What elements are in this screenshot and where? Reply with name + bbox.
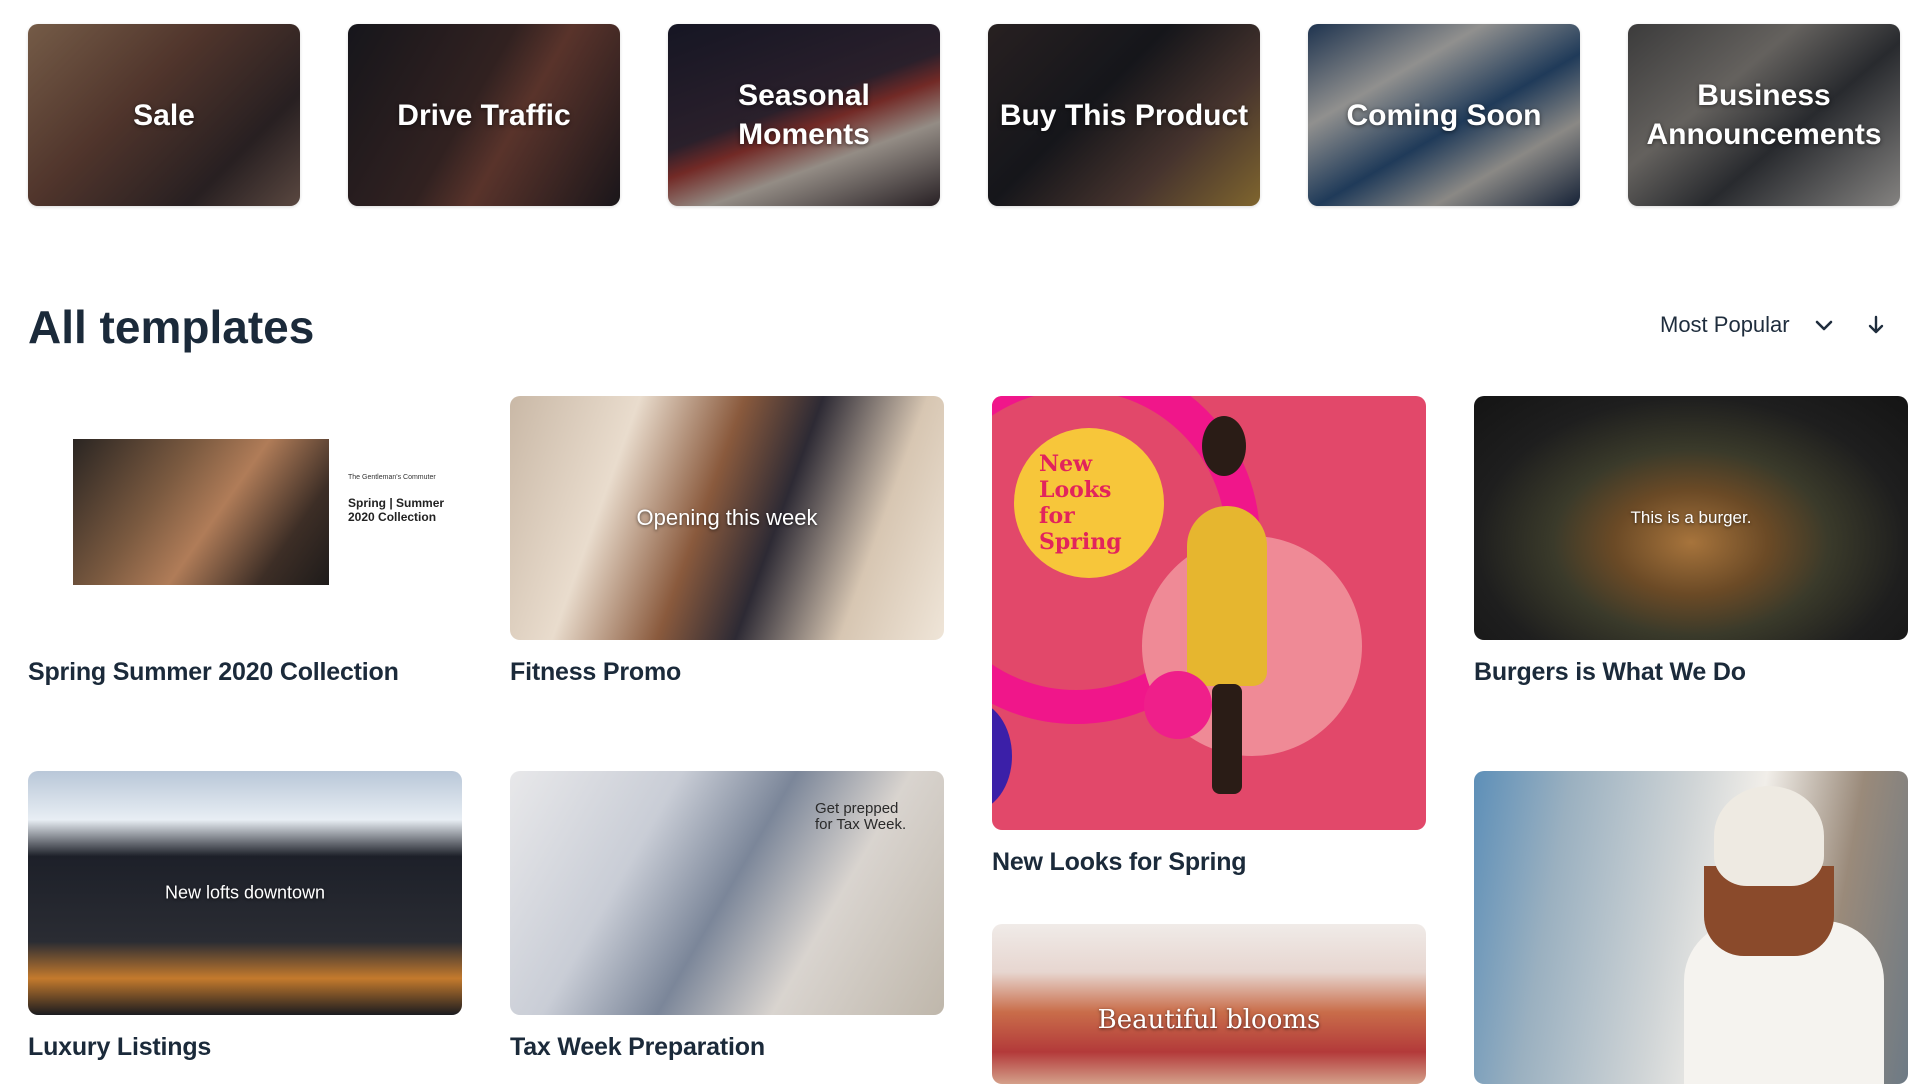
template-title[interactable]: Luxury Listings [28,1033,462,1062]
thumbnail-small-caption: The Gentleman's Commuter [348,474,436,481]
template-thumbnail[interactable]: The Gentleman's Commuter Spring | Summer… [28,396,462,640]
model-head [1202,416,1246,476]
thumbnail-caption: Beautiful blooms [1097,1005,1321,1035]
category-tile-seasonal-moments[interactable]: Seasonal Moments [668,24,940,206]
template-thumbnail[interactable]: New lofts downtown [28,771,462,1015]
template-card[interactable]: This is a burger. Burgers is What We Do [1474,396,1908,687]
category-tile-sale[interactable]: Sale [28,24,300,206]
decorative-arc [992,701,1012,811]
template-thumbnail[interactable] [1474,771,1908,1084]
model-legs [1212,684,1242,794]
thumbnail-caption: Opening this week [636,505,818,530]
category-label: Business Announcements [1646,79,1882,151]
arrow-down-icon[interactable] [1864,313,1888,337]
template-card[interactable]: Get prepped for Tax Week. Tax Week Prepa… [510,771,944,1062]
category-tile-coming-soon[interactable]: Coming Soon [1308,24,1580,206]
template-title[interactable]: Tax Week Preparation [510,1033,944,1062]
thumbnail-caption: Get prepped for Tax Week. [815,800,907,833]
template-card[interactable]: Beautiful blooms [992,924,1426,1084]
category-row: Sale Drive Traffic Seasonal Moments Buy … [28,24,1908,206]
thumbnail-caption: New Looks for Spring [1039,451,1122,555]
headline-badge: New Looks for Spring [1014,428,1164,578]
template-title[interactable]: Fitness Promo [510,658,944,687]
category-tile-business-announcements[interactable]: Business Announcements [1628,24,1900,206]
category-label: Seasonal Moments [738,79,870,151]
category-label: Coming Soon [1346,98,1542,132]
decorative-dot [1144,671,1212,739]
template-title[interactable]: New Looks for Spring [992,848,1426,877]
template-thumbnail[interactable]: Get prepped for Tax Week. [510,771,944,1015]
template-card[interactable]: New Looks for Spring New Looks for Sprin… [992,396,1426,877]
category-tile-drive-traffic[interactable]: Drive Traffic [348,24,620,206]
category-tile-buy-this-product[interactable]: Buy This Product [988,24,1260,206]
model-dress [1187,506,1267,686]
category-label: Sale [133,98,195,132]
template-card[interactable]: New lofts downtown Luxury Listings [28,771,462,1062]
template-card[interactable] [1474,771,1908,1084]
leather-craft-photo [73,439,329,585]
template-thumbnail[interactable]: Opening this week [510,396,944,640]
thumbnail-caption: This is a burger. [1630,508,1752,527]
chevron-down-icon[interactable] [1812,313,1836,337]
template-thumbnail[interactable]: New Looks for Spring [992,396,1426,830]
sort-control: Most Popular [1660,312,1888,338]
category-label: Drive Traffic [397,98,571,132]
template-card[interactable]: Opening this week Fitness Promo [510,396,944,687]
section-title: All templates [28,301,315,353]
thumbnail-caption: New lofts downtown [164,882,326,903]
person-hat [1714,786,1824,886]
thumbnail-caption: Spring | Summer 2020 Collection [348,496,445,524]
template-thumbnail[interactable]: Beautiful blooms [992,924,1426,1084]
sort-dropdown[interactable]: Most Popular [1660,312,1790,338]
template-thumbnail[interactable]: This is a burger. [1474,396,1908,640]
template-title[interactable]: Burgers is What We Do [1474,658,1908,687]
template-title[interactable]: Spring Summer 2020 Collection [28,658,462,687]
template-card[interactable]: The Gentleman's Commuter Spring | Summer… [28,396,462,687]
category-label: Buy This Product [999,98,1249,132]
